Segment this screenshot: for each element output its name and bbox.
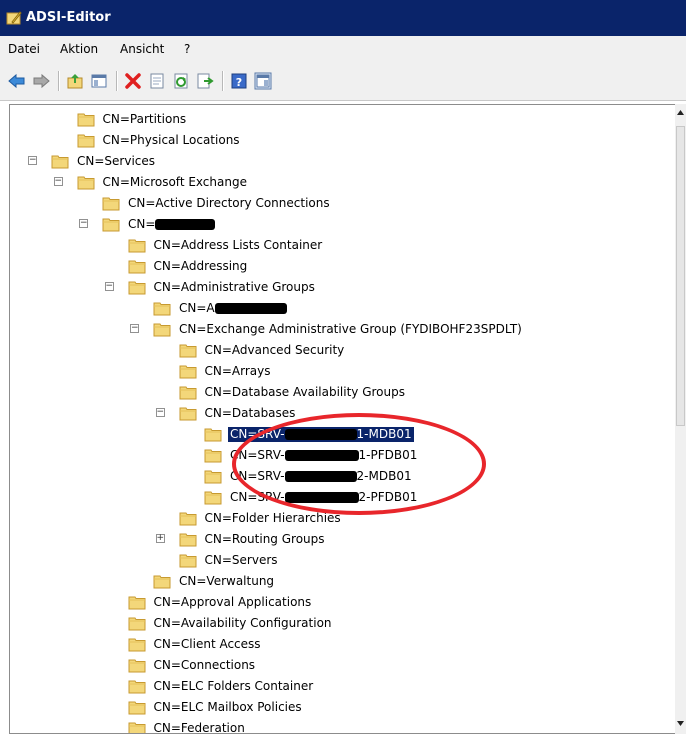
- scroll-up-arrow-icon[interactable]: [675, 106, 686, 120]
- tree-node-label: CN=Arrays: [204, 364, 271, 378]
- title-bar: ADSI-Editor: [0, 0, 686, 36]
- delete-icon[interactable]: [124, 72, 142, 90]
- folder-icon: [51, 153, 69, 169]
- expand-icon[interactable]: +: [155, 534, 165, 543]
- tree-node-label: CN=Microsoft Exchange: [102, 175, 247, 189]
- folder-icon: [179, 405, 197, 421]
- folder-icon: [128, 237, 146, 253]
- folder-icon: [128, 720, 146, 733]
- menu-bar: Datei Aktion Ansicht ?: [0, 36, 686, 63]
- tree-node-label: CN=Address Lists Container: [153, 238, 323, 252]
- folder-icon: [153, 573, 171, 589]
- folder-icon: [128, 615, 146, 631]
- scrollbar-thumb[interactable]: [676, 126, 685, 426]
- folder-icon: [204, 426, 222, 442]
- tree-node-label: CN=Verwaltung: [179, 574, 275, 588]
- collapse-icon[interactable]: −: [79, 219, 88, 228]
- tree-node-label: CN=ELC Folders Container: [153, 679, 314, 693]
- folder-icon: [179, 363, 197, 379]
- toolbar-separator: [58, 71, 60, 91]
- collapse-icon[interactable]: −: [130, 324, 139, 333]
- tree-node-label: CN=Federation: [153, 721, 245, 734]
- menu-datei[interactable]: Datei: [8, 42, 40, 56]
- show-hide-action-pane-icon[interactable]: [254, 72, 272, 90]
- tree-node-label: CN=: [126, 217, 217, 232]
- folder-icon: [77, 111, 95, 127]
- folder-icon: [128, 594, 146, 610]
- folder-icon: [128, 279, 146, 295]
- redaction-mark: [155, 219, 216, 230]
- forward-icon[interactable]: [32, 72, 50, 90]
- collapse-icon[interactable]: −: [28, 156, 37, 165]
- tree-node-label: CN=Availability Configuration: [153, 616, 332, 630]
- vertical-scrollbar[interactable]: [675, 104, 686, 734]
- export-list-icon[interactable]: [196, 72, 214, 90]
- collapse-icon[interactable]: −: [53, 177, 63, 186]
- folder-icon: [179, 531, 197, 547]
- folder-icon: [179, 510, 197, 526]
- folder-icon: [153, 300, 171, 316]
- svg-text:?: ?: [236, 76, 242, 89]
- toolbar-separator: [116, 71, 118, 91]
- help-icon[interactable]: ?: [230, 72, 248, 90]
- tree-node-label: CN=Client Access: [153, 637, 261, 651]
- tree-node-label: CN=ELC Mailbox Policies: [153, 700, 302, 714]
- collapse-icon[interactable]: −: [104, 282, 114, 291]
- folder-icon: [102, 216, 120, 232]
- folder-icon: [102, 195, 120, 211]
- scroll-down-arrow-icon[interactable]: [675, 716, 686, 730]
- folder-icon: [179, 342, 197, 358]
- properties-icon[interactable]: [148, 72, 166, 90]
- tree-node-label: CN=Exchange Administrative Group (FYDIBO…: [179, 322, 522, 336]
- folder-icon: [128, 258, 146, 274]
- folder-icon: [179, 384, 197, 400]
- folder-icon: [179, 552, 197, 568]
- folder-icon: [128, 678, 146, 694]
- tree-node-label: CN=Administrative Groups: [153, 280, 315, 294]
- show-hide-console-tree-icon[interactable]: [90, 72, 108, 90]
- collapse-icon[interactable]: −: [155, 408, 165, 417]
- tree-node-label: CN=Services: [77, 154, 156, 168]
- tree-node-label: CN=Folder Hierarchies: [204, 511, 341, 525]
- folder-icon: [204, 468, 222, 484]
- tree-node-label: CN=Approval Applications: [153, 595, 312, 609]
- tree-node-label: CN=Servers: [204, 553, 278, 567]
- tree-node-label: CN=A: [177, 301, 289, 316]
- folder-icon: [77, 174, 95, 190]
- toolbar-separator: [222, 71, 224, 91]
- red-annotation-ellipse: [232, 413, 486, 515]
- folder-icon: [128, 657, 146, 673]
- tree-node-label: CN=Addressing: [153, 259, 248, 273]
- folder-icon: [153, 321, 171, 337]
- tree-node-label: CN=Advanced Security: [204, 343, 345, 357]
- tree-node-label: CN=Databases: [204, 406, 296, 420]
- tree-node-label: CN=Active Directory Connections: [128, 196, 330, 210]
- back-icon[interactable]: [8, 72, 26, 90]
- tree-node-label: CN=Connections: [153, 658, 256, 672]
- redaction-mark: [214, 303, 287, 314]
- tree-node-label: CN=Database Availability Groups: [204, 385, 406, 399]
- tree-node-label: CN=Partitions: [102, 112, 187, 126]
- window-title: ADSI-Editor: [26, 10, 111, 25]
- toolbar: ?: [0, 62, 686, 101]
- folder-icon: [128, 699, 146, 715]
- up-folder-icon[interactable]: [66, 72, 84, 90]
- tree-node-label: CN=Routing Groups: [204, 532, 325, 546]
- folder-icon: [204, 447, 222, 463]
- menu-ansicht[interactable]: Ansicht: [120, 42, 164, 56]
- adsi-editor-app-icon: [6, 11, 22, 25]
- refresh-icon[interactable]: [172, 72, 190, 90]
- menu-aktion[interactable]: Aktion: [60, 42, 98, 56]
- folder-icon: [128, 636, 146, 652]
- menu-help[interactable]: ?: [184, 42, 190, 56]
- folder-icon: [204, 489, 222, 505]
- tree-node-label: CN=Physical Locations: [102, 133, 240, 147]
- folder-icon: [77, 132, 95, 148]
